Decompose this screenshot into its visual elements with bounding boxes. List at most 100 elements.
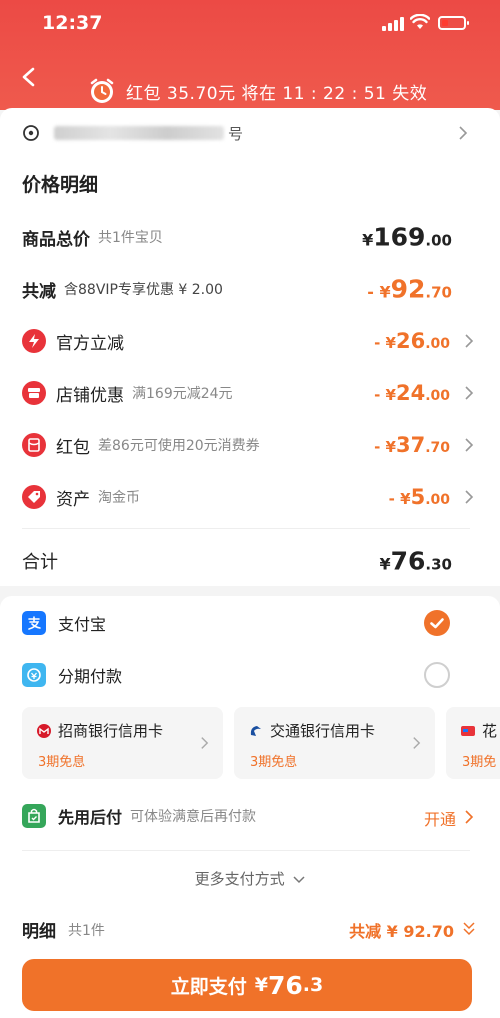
divider bbox=[22, 528, 470, 529]
discount-row-official[interactable]: 官方立减 - ¥26.00 bbox=[22, 326, 478, 356]
banner-text: 红包 35.70元 将在 11 : 22 : 51 失效 bbox=[126, 83, 428, 104]
pay-now-button[interactable]: 立即支付 ¥76.3 bbox=[22, 959, 472, 1011]
amount-integer: 24 bbox=[395, 381, 426, 405]
discount-label: 红包 bbox=[56, 437, 90, 458]
payment-method-installment[interactable]: 分期付款 bbox=[22, 660, 478, 690]
payment-method-alipay[interactable]: 支付宝 bbox=[22, 608, 478, 638]
amount-decimal: .3 bbox=[302, 974, 324, 996]
more-payment-label: 更多支付方式 bbox=[194, 870, 285, 888]
discount-note: 淘金币 bbox=[98, 490, 140, 506]
discount-amount: - ¥26.00 bbox=[374, 329, 450, 353]
red-packet-icon bbox=[22, 433, 46, 457]
total-reduction-row: 共减 含88VIP专享优惠 ¥ 2.00 - ¥92.70 bbox=[22, 274, 478, 304]
amount-decimal: .00 bbox=[425, 492, 450, 508]
bank-option-huabei[interactable]: 花 3期免 bbox=[446, 707, 500, 779]
amount-integer: 76 bbox=[390, 546, 426, 576]
red-packet-expiry-banner: 红包 35.70元 将在 11 : 22 : 51 失效 bbox=[88, 76, 488, 106]
bank-name-text: 花 bbox=[482, 722, 498, 740]
price-detail-title: 价格明细 bbox=[22, 174, 99, 196]
amount-integer: 92 bbox=[390, 274, 426, 304]
chevron-right-icon bbox=[465, 438, 474, 452]
chevron-right-icon bbox=[465, 810, 474, 824]
grand-total-amount: ¥76.30 bbox=[379, 547, 452, 576]
battery-icon bbox=[438, 16, 469, 30]
header: 12:37 红包 35.70元 将在 11 : 22 : 51 失效 bbox=[0, 0, 500, 110]
bank-name: 招商银行信用卡 bbox=[36, 720, 163, 741]
detail-label: 明细 bbox=[22, 922, 56, 942]
discount-label: 官方立减 bbox=[56, 333, 124, 354]
radio-unselected-icon[interactable] bbox=[424, 662, 450, 688]
installment-icon bbox=[22, 663, 46, 687]
total-reduction-amount: - ¥92.70 bbox=[367, 275, 452, 304]
detail-savings: 共减 ¥ 92.70 bbox=[349, 922, 454, 941]
payment-method-label: 分期付款 bbox=[58, 667, 123, 686]
discount-label: 店铺优惠 bbox=[56, 385, 124, 406]
bank-option-bocom[interactable]: 交通银行信用卡 3期免息 bbox=[234, 707, 435, 779]
bank-promo: 3期免 bbox=[462, 755, 497, 770]
discount-amount: - ¥37.70 bbox=[374, 433, 450, 457]
pay-later-note: 可体验满意后再付款 bbox=[130, 809, 257, 825]
currency-symbol: ¥ bbox=[254, 974, 268, 996]
discount-amount: - ¥24.00 bbox=[374, 381, 450, 405]
status-time: 12:37 bbox=[42, 12, 103, 34]
minus-currency: - ¥ bbox=[374, 438, 396, 456]
amount-decimal: .30 bbox=[425, 555, 452, 574]
chevron-right-icon bbox=[465, 386, 474, 400]
lightning-icon bbox=[22, 329, 46, 353]
shop-icon bbox=[22, 381, 46, 405]
status-bar: 12:37 bbox=[0, 0, 500, 50]
bank-promo: 3期免息 bbox=[38, 755, 86, 770]
amount-decimal: .70 bbox=[425, 440, 450, 456]
alipay-icon bbox=[22, 611, 46, 635]
back-arrow-icon[interactable] bbox=[18, 66, 40, 88]
chevron-down-icon bbox=[293, 876, 305, 884]
amount-integer: 37 bbox=[395, 433, 426, 457]
minus-currency: - ¥ bbox=[388, 490, 411, 508]
amount-integer: 5 bbox=[410, 485, 426, 509]
goods-total-amount: ¥169.00 bbox=[362, 223, 452, 252]
minus-currency: - ¥ bbox=[374, 386, 396, 404]
selected-check-icon[interactable] bbox=[424, 610, 450, 636]
amount-decimal: .00 bbox=[425, 388, 450, 404]
grand-total-row: 合计 ¥76.30 bbox=[22, 546, 478, 576]
location-pin-icon bbox=[23, 125, 39, 141]
bocom-logo-icon bbox=[250, 725, 261, 736]
activate-link[interactable]: 开通 bbox=[424, 806, 456, 830]
chevron-right-icon bbox=[201, 737, 209, 749]
discount-label: 资产 bbox=[56, 489, 90, 510]
address-row[interactable]: 号 bbox=[22, 122, 478, 144]
minus-currency: - ¥ bbox=[374, 334, 396, 352]
discount-note: 满169元减24元 bbox=[132, 386, 233, 402]
discount-row-assets[interactable]: 资产 淘金币 - ¥5.00 bbox=[22, 482, 478, 512]
amount-integer: 76 bbox=[268, 970, 303, 1000]
divider bbox=[22, 850, 470, 851]
price-detail-card: 号 价格明细 商品总价 共1件宝贝 ¥169.00 共减 含88VIP专享优惠 … bbox=[0, 108, 500, 586]
amount-decimal: .00 bbox=[425, 231, 452, 250]
double-chevron-down-icon bbox=[463, 922, 475, 936]
bank-name-text: 交通银行信用卡 bbox=[270, 722, 376, 740]
order-detail-bar[interactable]: 明细 共1件 共减 ¥ 92.70 bbox=[22, 914, 478, 944]
blurred-address bbox=[54, 126, 224, 140]
discount-row-red-packet[interactable]: 红包 差86元可使用20元消费券 - ¥37.70 bbox=[22, 430, 478, 460]
amount-decimal: .70 bbox=[425, 283, 452, 302]
more-payment-methods[interactable]: 更多支付方式 bbox=[0, 868, 500, 889]
chevron-right-icon bbox=[413, 737, 421, 749]
pay-later-row[interactable]: 先用后付 可体验满意后再付款 开通 bbox=[22, 801, 478, 831]
discount-row-shop[interactable]: 店铺优惠 满169元减24元 - ¥24.00 bbox=[22, 378, 478, 408]
card-icon bbox=[461, 725, 475, 736]
currency-symbol: ¥ bbox=[362, 230, 374, 250]
chevron-right-icon bbox=[465, 334, 474, 348]
vip-discount-note: 含88VIP专享优惠 ¥ 2.00 bbox=[64, 282, 223, 298]
installment-bank-options: 招商银行信用卡 3期免息 交通银行信用卡 3期免息 花 3期免 bbox=[22, 707, 500, 779]
currency-symbol: ¥ bbox=[379, 554, 391, 574]
goods-total-row: 商品总价 共1件宝贝 ¥169.00 bbox=[22, 222, 478, 252]
amount-decimal: .00 bbox=[425, 336, 450, 352]
discount-amount: - ¥5.00 bbox=[389, 485, 450, 509]
chevron-right-icon bbox=[459, 126, 468, 140]
pay-later-icon bbox=[22, 804, 46, 828]
payment-card: 支付宝 分期付款 招商银行信用卡 3期免息 交通银行信用卡 3期免息 花 3期免… bbox=[0, 596, 500, 1018]
bank-option-cmb[interactable]: 招商银行信用卡 3期免息 bbox=[22, 707, 223, 779]
total-reduction-label: 共减 bbox=[22, 281, 56, 302]
detail-count: 共1件 bbox=[68, 923, 105, 939]
discount-note: 差86元可使用20元消费券 bbox=[98, 438, 260, 454]
